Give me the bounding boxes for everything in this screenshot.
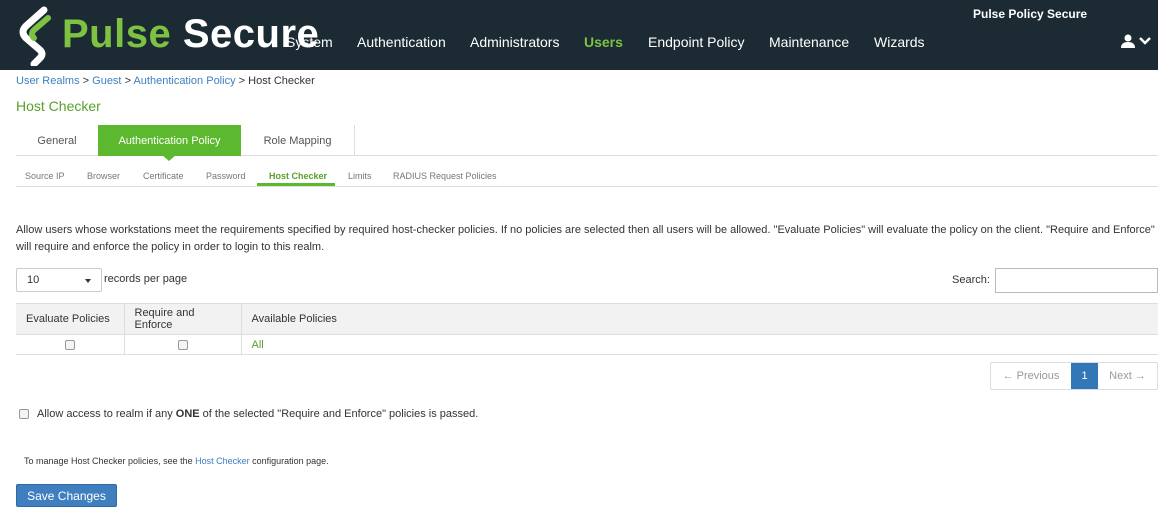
subtab-password[interactable]: Password (206, 171, 246, 181)
manage-note-suffix: configuration page. (249, 456, 329, 466)
page-title: Host Checker (16, 98, 101, 114)
tab-authentication-policy[interactable]: Authentication Policy (98, 125, 241, 156)
table-header-row: Evaluate Policies Require and Enforce Av… (16, 303, 1158, 335)
column-header-evaluate-policies[interactable]: Evaluate Policies (16, 303, 124, 335)
breadcrumb-separator: > (238, 75, 246, 87)
user-menu[interactable] (1120, 34, 1151, 48)
nav-item-system[interactable]: System (286, 34, 333, 50)
breadcrumb-user-realms[interactable]: User Realms (16, 75, 80, 87)
breadcrumb-authentication-policy[interactable]: Authentication Policy (133, 75, 235, 87)
records-per-page-label: records per page (104, 273, 188, 285)
host-checker-config-link[interactable]: Host Checker (195, 456, 250, 466)
column-header-require-and-enforce[interactable]: Require and Enforce (123, 303, 241, 335)
description-text: Allow users whose workstations meet the … (16, 224, 1155, 253)
policy-name[interactable]: All (252, 339, 264, 351)
nav-item-wizards[interactable]: Wizards (874, 34, 925, 50)
save-changes-button[interactable]: Save Changes (16, 484, 117, 507)
user-icon (1121, 34, 1135, 48)
breadcrumb-guest[interactable]: Guest (92, 75, 121, 87)
manage-host-checker-note: To manage Host Checker policies, see the… (24, 456, 329, 466)
next-page-button[interactable]: Next → (1098, 363, 1157, 389)
allow-label-emphasis: ONE (175, 408, 200, 420)
tab-role-mapping[interactable]: Role Mapping (241, 125, 354, 156)
caret-down-icon (85, 279, 91, 283)
policies-table: Evaluate Policies Require and Enforce Av… (16, 303, 1158, 355)
page-length-value: 10 (27, 274, 40, 286)
enforce-policy-checkbox[interactable] (177, 339, 188, 350)
breadcrumb-separator: > (82, 75, 90, 87)
nav-item-endpoint-policy[interactable]: Endpoint Policy (648, 34, 745, 50)
active-subtab-underline (257, 183, 335, 186)
allow-label-suffix: of the selected "Require and Enforce" po… (199, 408, 479, 420)
table-row: All (16, 334, 1158, 355)
tab-divider (354, 125, 355, 156)
secondary-tabs: Source IP Browser Certificate Password H… (16, 156, 1158, 187)
enforce-cell (123, 334, 241, 355)
breadcrumb-separator: > (124, 75, 131, 87)
logo-wordmark: Pulse Secure (62, 14, 319, 54)
allow-label-prefix: Allow access to realm if any (37, 408, 176, 420)
allow-any-one-label: Allow access to realm if any ONE of the … (37, 408, 478, 420)
subtab-host-checker[interactable]: Host Checker (269, 171, 327, 181)
subtab-source-ip[interactable]: Source IP (25, 171, 65, 181)
nav-item-maintenance[interactable]: Maintenance (769, 34, 849, 50)
previous-page-button[interactable]: ← Previous (991, 363, 1071, 389)
subtab-radius-request-policies[interactable]: RADIUS Request Policies (393, 171, 497, 181)
search-input[interactable] (995, 268, 1158, 293)
subtab-certificate[interactable]: Certificate (143, 171, 184, 181)
subtab-browser[interactable]: Browser (87, 171, 120, 181)
breadcrumb: User Realms > Guest > Authentication Pol… (16, 75, 315, 87)
pulse-secure-logo-icon (19, 6, 51, 66)
evaluate-cell (16, 334, 124, 355)
product-name: Pulse Policy Secure (973, 7, 1088, 21)
nav-item-authentication[interactable]: Authentication (357, 34, 446, 50)
policy-cell: All (240, 334, 1158, 355)
column-header-available-policies[interactable]: Available Policies (240, 303, 1158, 335)
allow-any-one-option: Allow access to realm if any ONE of the … (19, 408, 478, 420)
manage-note-prefix: To manage Host Checker policies, see the (24, 456, 196, 466)
page-1-button[interactable]: 1 (1071, 363, 1098, 389)
tab-general[interactable]: General (16, 125, 98, 156)
evaluate-policy-checkbox[interactable] (64, 339, 75, 350)
top-header: Pulse Secure Pulse Policy Secure System … (0, 0, 1158, 70)
pagination: ← Previous 1 Next → (990, 362, 1158, 390)
logo-word-pulse: Pulse (62, 12, 172, 56)
allow-any-one-checkbox[interactable] (19, 409, 29, 419)
nav-item-users[interactable]: Users (584, 34, 623, 50)
page-length-select[interactable]: 10 (16, 268, 102, 292)
search-label: Search: (952, 274, 990, 286)
nav-item-administrators[interactable]: Administrators (470, 34, 559, 50)
subtab-limits[interactable]: Limits (348, 171, 372, 181)
breadcrumb-current: Host Checker (248, 75, 315, 87)
primary-tabs: General Authentication Policy Role Mappi… (16, 125, 1158, 156)
chevron-down-icon (1139, 37, 1151, 45)
